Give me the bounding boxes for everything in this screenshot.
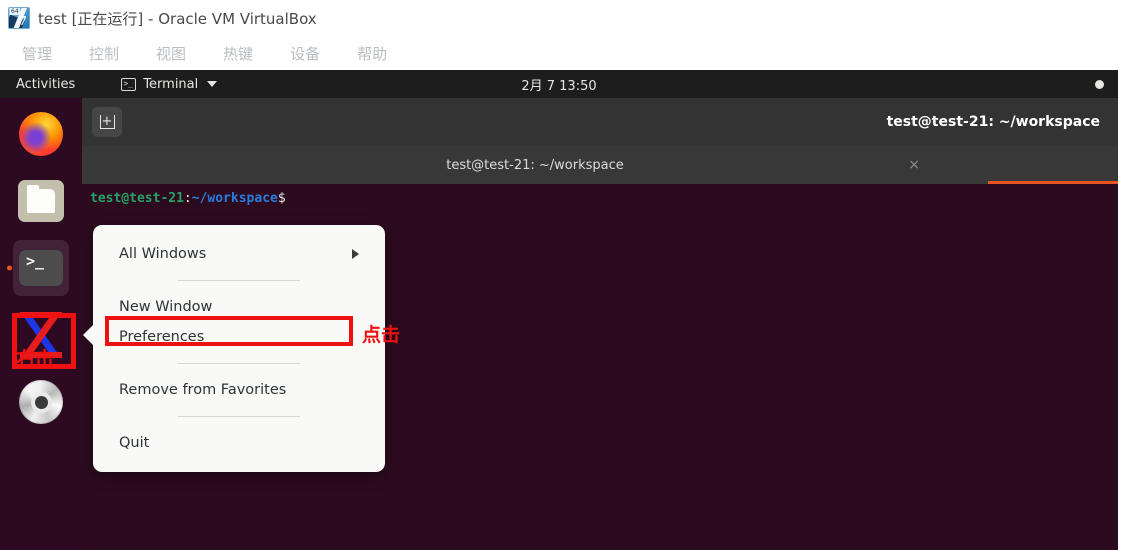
vbox-menu-bar: 管理 控制 视图 热键 设备 帮助 — [0, 36, 1130, 70]
context-menu-item-label: New Window — [119, 299, 213, 315]
new-tab-button[interactable] — [92, 107, 122, 137]
context-menu-separator — [178, 280, 300, 281]
prompt-separator: : — [183, 191, 192, 206]
dock-item-files[interactable] — [13, 173, 69, 229]
menu-item-devices[interactable]: 设备 — [290, 43, 320, 64]
window-title: test [正在运行] - Oracle VM VirtualBox — [38, 9, 317, 28]
chevron-right-icon — [352, 249, 359, 259]
topbar-app-menu[interactable]: Terminal — [121, 76, 218, 92]
vm-guest-screen: Activities Terminal 2月 7 13:50 — [0, 70, 1118, 550]
firefox-icon — [19, 112, 63, 156]
terminal-prompt-line: test@test-21:~/workspace$ — [90, 190, 1110, 207]
virtualbox-icon: 64 7 — [8, 7, 30, 29]
menu-item-help[interactable]: 帮助 — [357, 43, 387, 64]
status-indicator-dot — [1095, 79, 1104, 89]
menu-item-manage[interactable]: 管理 — [22, 43, 52, 64]
terminal-icon — [19, 250, 63, 286]
running-indicator-dot — [7, 265, 12, 271]
topbar-app-name: Terminal — [143, 76, 199, 92]
gnome-dock — [0, 98, 82, 550]
dock-item-disc[interactable] — [13, 374, 69, 430]
prompt-symbol: $ — [277, 191, 294, 206]
prompt-path: ~/workspace — [191, 191, 278, 206]
virtualbox-icon-badge-7: 7 — [18, 14, 27, 28]
context-menu-item-remove-from-favorites[interactable]: Remove from Favorites — [93, 375, 385, 405]
prompt-user-host: test@test-21 — [90, 191, 184, 206]
terminal-header-bar: test@test-21: ~/workspace — [82, 98, 1118, 146]
terminal-tab-bar: test@test-21: ~/workspace × — [82, 146, 1118, 184]
vbox-title-bar: 64 7 test [正在运行] - Oracle VM VirtualBox — [0, 0, 1130, 36]
folder-icon — [18, 180, 64, 222]
dock-item-firefox[interactable] — [13, 106, 69, 162]
annotation-label-click: 点击 — [362, 324, 401, 346]
dock-context-menu: All Windows New Window Preferences Remov… — [83, 225, 385, 472]
context-menu-item-quit[interactable]: Quit — [93, 428, 385, 458]
terminal-tab-label: test@test-21: ~/workspace — [446, 157, 624, 173]
context-menu-separator — [178, 416, 300, 417]
screenshot-root: 64 7 test [正在运行] - Oracle VM VirtualBox … — [0, 0, 1130, 550]
topbar-status-area[interactable] — [1095, 70, 1104, 98]
gnome-top-bar: Activities Terminal 2月 7 13:50 — [0, 70, 1118, 98]
context-menu-item-new-window[interactable]: New Window — [93, 292, 385, 322]
context-menu-item-label: Preferences — [119, 329, 205, 345]
topbar-clock[interactable]: 2月 7 13:50 — [521, 70, 596, 98]
activities-button[interactable]: Activities — [16, 77, 75, 92]
disc-icon — [19, 380, 63, 424]
new-tab-icon — [99, 115, 115, 129]
context-menu-item-preferences[interactable]: Preferences — [93, 322, 385, 352]
annotation-label-right-click: 右击 — [16, 348, 55, 370]
menu-item-hotkeys[interactable]: 热键 — [223, 43, 253, 64]
context-menu-item-all-windows[interactable]: All Windows — [93, 239, 385, 269]
menu-item-control[interactable]: 控制 — [89, 43, 119, 64]
chevron-down-icon — [207, 81, 218, 87]
context-menu-separator — [178, 363, 300, 364]
terminal-icon — [121, 77, 137, 91]
terminal-header-title: test@test-21: ~/workspace — [886, 114, 1100, 130]
context-menu-item-label: Quit — [119, 435, 150, 451]
dock-item-terminal[interactable] — [7, 240, 69, 296]
terminal-tab[interactable]: test@test-21: ~/workspace × — [82, 146, 988, 184]
context-menu-item-label: All Windows — [119, 246, 207, 262]
close-icon[interactable]: × — [908, 158, 920, 172]
context-menu-item-label: Remove from Favorites — [119, 382, 287, 398]
menu-item-view[interactable]: 视图 — [156, 43, 186, 64]
